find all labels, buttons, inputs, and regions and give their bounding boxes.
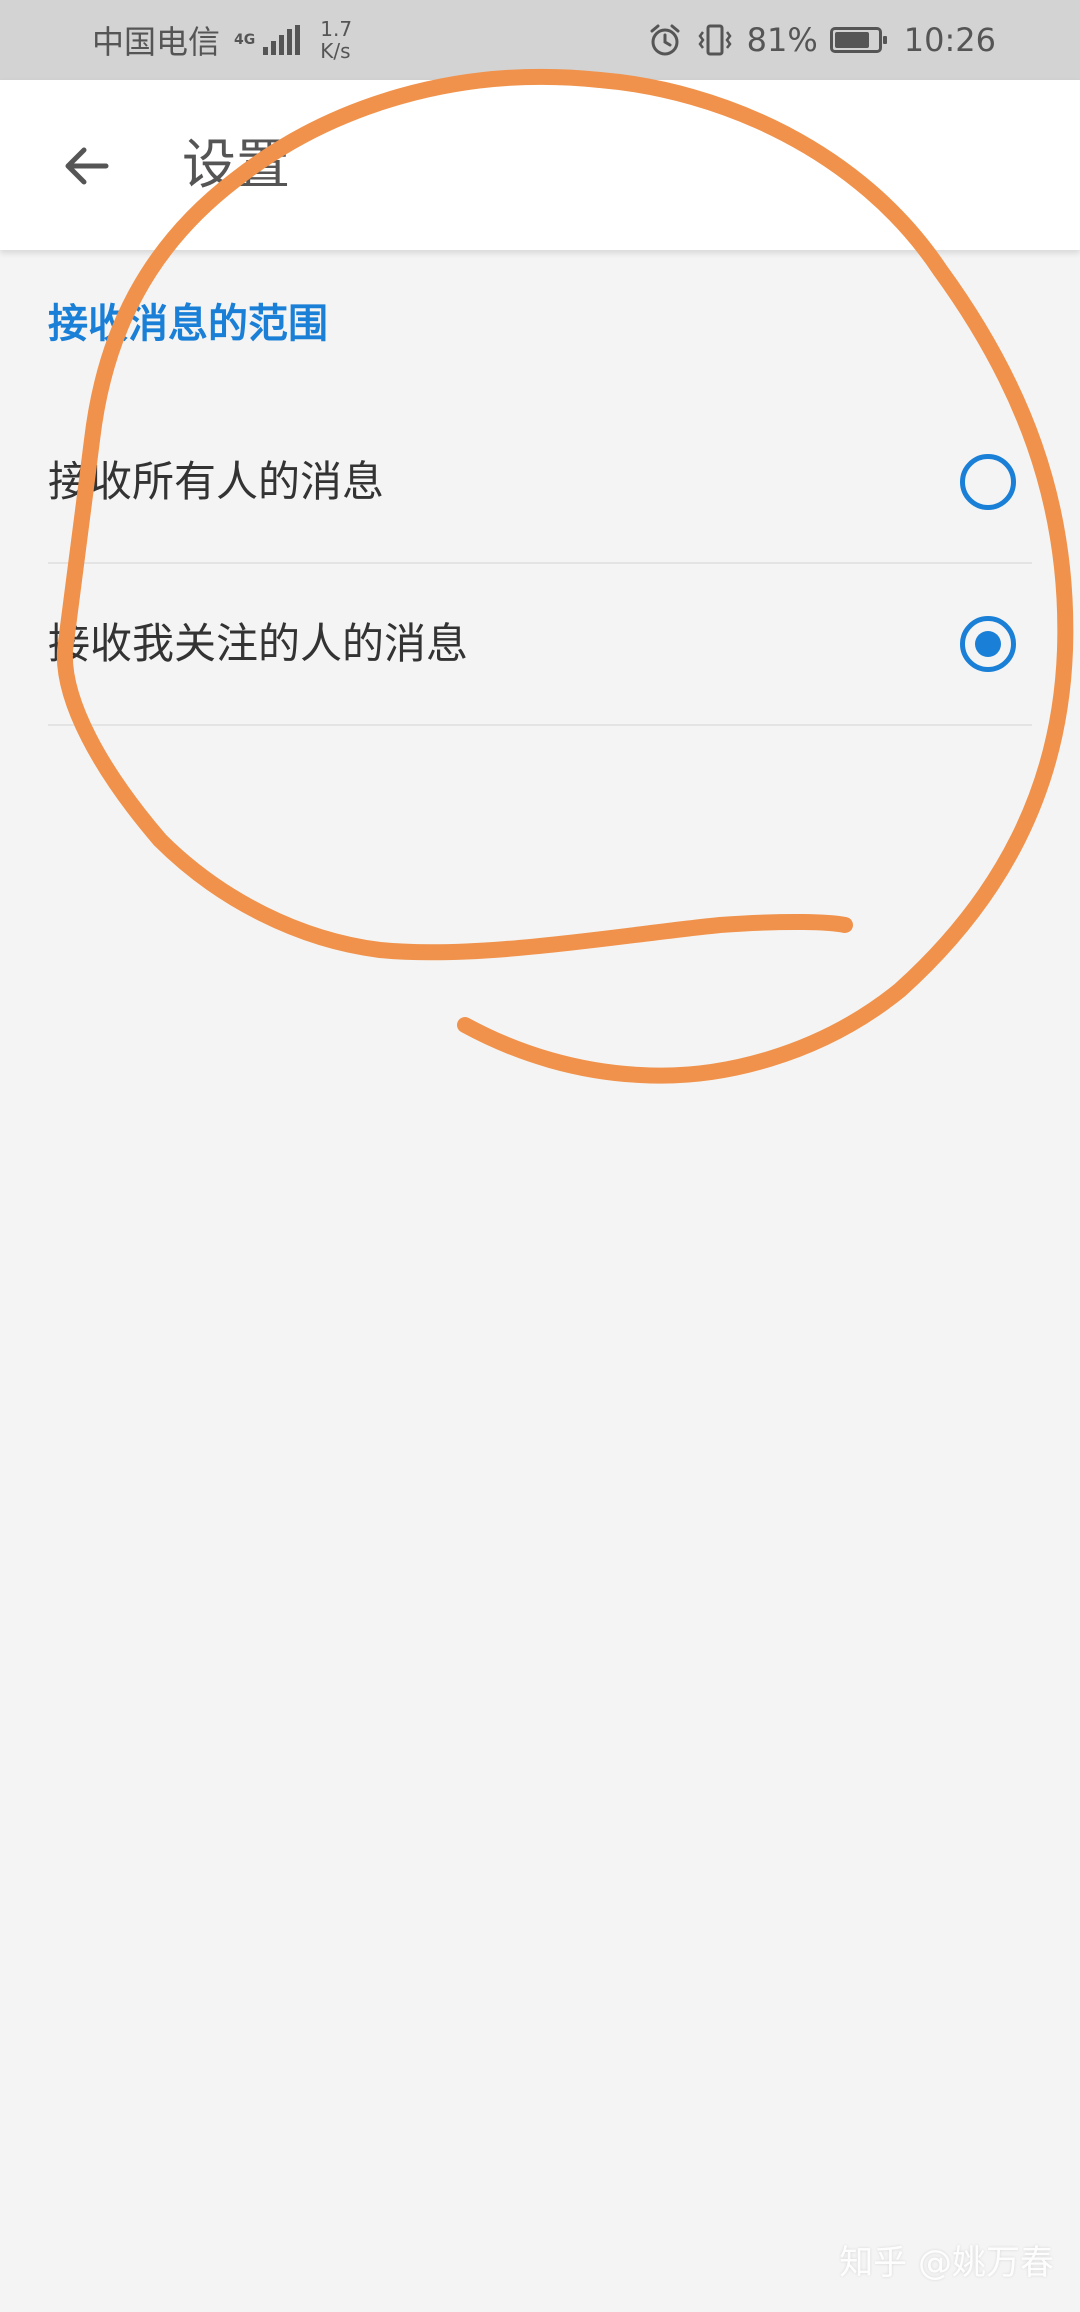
signal-icon	[263, 25, 301, 55]
option-label: 接收所有人的消息	[48, 457, 385, 506]
back-button[interactable]	[46, 126, 126, 206]
battery-percent: 81%	[746, 21, 818, 59]
option-all-users[interactable]: 接收所有人的消息	[48, 402, 1032, 564]
section-header: 接收消息的范围	[48, 301, 328, 347]
arrow-left-icon	[65, 147, 109, 185]
app-bar: 设置	[0, 80, 1080, 250]
battery-level-fill	[834, 32, 869, 48]
watermark: 知乎 @姚万春	[839, 2243, 1054, 2283]
option-followed-users[interactable]: 接收我关注的人的消息	[48, 564, 1032, 726]
radio-selected-dot	[975, 631, 1001, 657]
network-type-label: 4G	[234, 32, 256, 48]
network-speed: 1.7 K/s	[320, 18, 352, 62]
status-bar: 中国电信 4G 1.7 K/s 81% 10:26	[0, 0, 1080, 80]
option-label: 接收我关注的人的消息	[48, 619, 469, 668]
network-type: 4G	[234, 33, 255, 47]
status-left: 中国电信 4G 1.7 K/s	[92, 0, 352, 80]
clock-time: 10:26	[903, 21, 996, 59]
vibrate-icon	[698, 24, 732, 56]
alarm-icon	[650, 24, 680, 56]
page-title: 设置	[182, 133, 290, 196]
battery-icon	[829, 27, 887, 53]
network-speed-unit: K/s	[320, 39, 351, 63]
network-speed-value: 1.7	[320, 17, 353, 41]
radio-button-unselected[interactable]	[960, 454, 1016, 510]
radio-button-selected[interactable]	[960, 616, 1016, 672]
status-right: 81% 10:26	[647, 0, 996, 80]
carrier-name: 中国电信	[92, 23, 221, 61]
